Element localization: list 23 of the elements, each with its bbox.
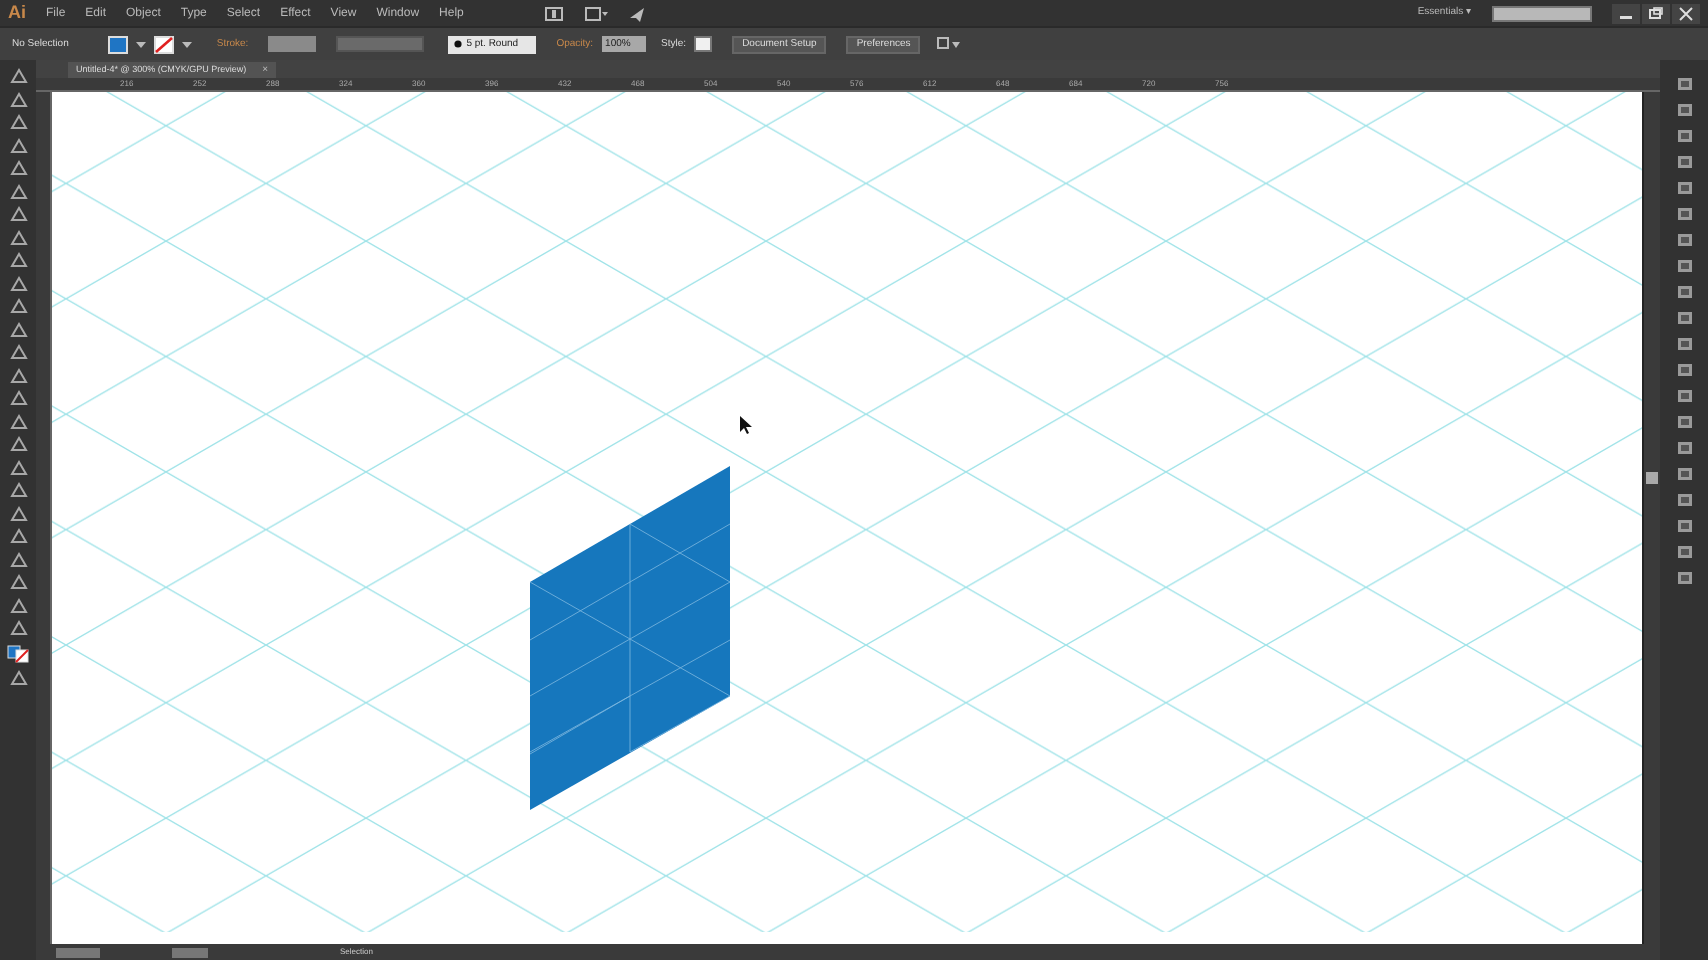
app-logo: Ai bbox=[8, 4, 26, 22]
arrange-documents-icon[interactable] bbox=[543, 5, 564, 21]
stroke-weight-field[interactable] bbox=[268, 36, 317, 52]
search-field[interactable] bbox=[1492, 5, 1592, 21]
align-icon[interactable] bbox=[936, 36, 961, 52]
workspace-layout-icon[interactable] bbox=[583, 5, 608, 21]
variable-width-field[interactable] bbox=[336, 36, 425, 52]
mouse-cursor-icon bbox=[740, 416, 752, 434]
tool-icon[interactable] bbox=[9, 670, 27, 686]
fill-swatch-icon[interactable] bbox=[108, 35, 129, 53]
minimize-icon[interactable] bbox=[1612, 3, 1640, 23]
paper-plane-icon[interactable] bbox=[627, 5, 646, 21]
artboard-field[interactable] bbox=[172, 947, 208, 957]
zoom-field[interactable] bbox=[56, 947, 100, 957]
restore-icon[interactable] bbox=[1642, 3, 1670, 23]
graphic-style-swatch[interactable] bbox=[694, 36, 713, 52]
fill-stroke-icon[interactable] bbox=[6, 643, 30, 663]
vertical-scrollbar[interactable] bbox=[1642, 92, 1660, 944]
scroll-thumb[interactable] bbox=[1646, 472, 1658, 484]
close-icon[interactable] bbox=[1672, 3, 1700, 23]
parallelogram-shape[interactable] bbox=[529, 466, 731, 810]
stroke-swatch-icon[interactable] bbox=[154, 35, 175, 53]
brush-dot-icon[interactable] bbox=[454, 40, 463, 48]
